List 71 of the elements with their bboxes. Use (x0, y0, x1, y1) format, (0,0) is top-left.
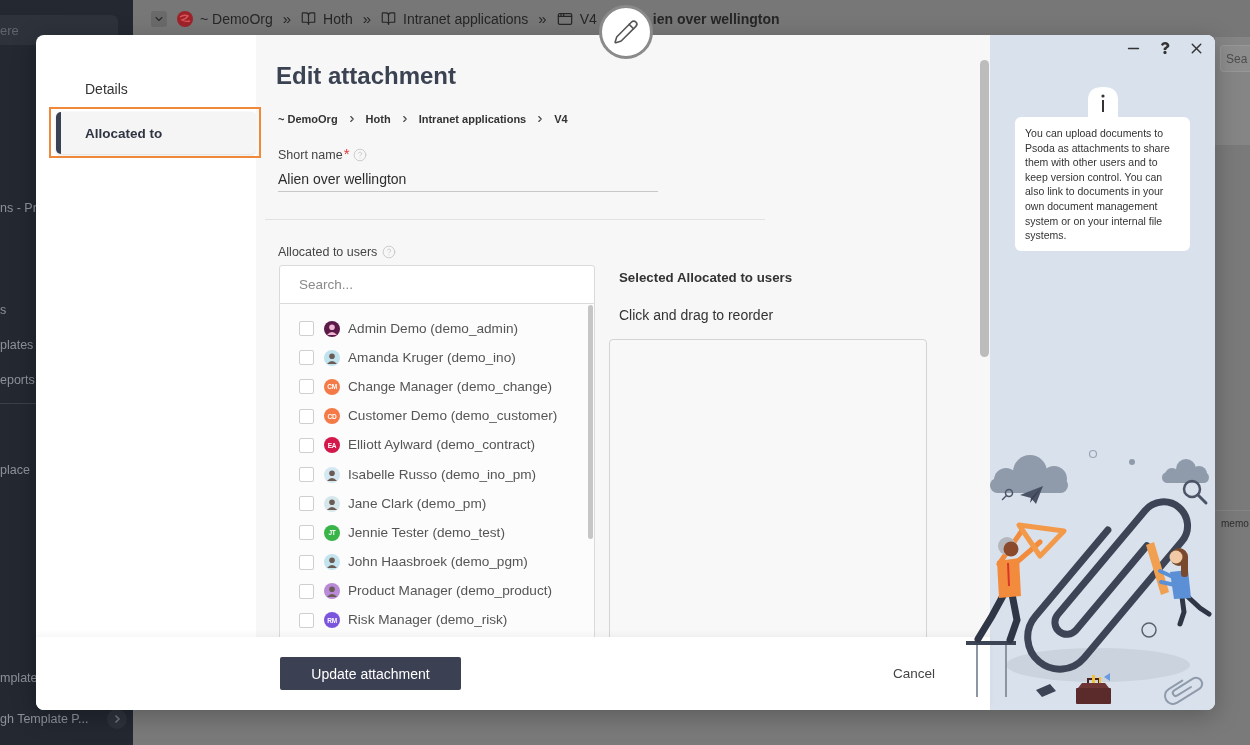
user-name[interactable]: Amanda Kruger (demo_ino) (348, 348, 516, 367)
scrollbar[interactable] (588, 305, 593, 539)
sidebar-item[interactable]: place (0, 463, 30, 477)
window-icon (556, 10, 573, 27)
magnifier-icon (1182, 479, 1208, 505)
user-name[interactable]: Isabelle Russo (demo_ino_pm) (348, 465, 537, 484)
cancel-button[interactable]: Cancel (892, 666, 935, 681)
checkbox[interactable] (299, 467, 314, 483)
checkbox[interactable] (299, 379, 314, 395)
dialog-title: Edit attachment (276, 61, 457, 91)
toolbox (1076, 673, 1111, 704)
magnifier-icon (1001, 488, 1014, 501)
user-name[interactable]: Jane Clark (demo_pm) (348, 494, 487, 513)
checkbox[interactable] (299, 437, 314, 453)
collapse-button[interactable] (151, 10, 167, 27)
nav-tab[interactable]: Allocated to (56, 112, 256, 154)
sidebar-item[interactable]: mplate (0, 671, 38, 685)
user-name[interactable]: Change Manager (demo_change) (348, 377, 553, 396)
path-link[interactable]: Intranet applications (418, 111, 527, 127)
hint-text: Click and drag to reorder (618, 305, 775, 325)
section-title: Selected Allocated to users (618, 269, 794, 287)
scrollbar[interactable] (980, 60, 989, 357)
chevron-right-icon[interactable] (107, 709, 127, 729)
breadcrumb-separator: » (282, 10, 292, 27)
field-label: Allocated to users (278, 244, 378, 261)
user-name[interactable]: Jennie Tester (demo_test) (348, 523, 505, 542)
update-button[interactable]: Update attachment (280, 657, 461, 690)
field-label: Short name (278, 147, 343, 164)
ring-icon (1141, 622, 1157, 638)
checkbox[interactable] (299, 408, 314, 424)
sidebar-item[interactable]: gh Template P... (0, 712, 89, 726)
info-text: You can upload documents to Psoda as attachments to share them with other users and to keep version control. You can also link to documents in your own document management system or on your internal file systems. (1025, 126, 1171, 243)
sidebar-item[interactable]: s (0, 303, 7, 317)
globe-icon (177, 10, 193, 27)
user-name[interactable]: John Haasbroek (demo_pgm) (348, 553, 528, 572)
path-link[interactable]: Hoth (365, 111, 391, 127)
checkbox[interactable] (299, 496, 314, 512)
paperclip-icon (1164, 676, 1204, 705)
dot-icon (1129, 459, 1135, 465)
paper-plane-icon (1020, 486, 1043, 504)
sidebar-item[interactable]: plates (0, 338, 34, 352)
path-link[interactable]: V4 (554, 111, 568, 127)
user-name[interactable]: Admin Demo (demo_admin) (348, 319, 518, 338)
checkbox[interactable] (299, 612, 314, 628)
search-field[interactable]: Search... (279, 265, 595, 304)
user-name[interactable]: Customer Demo (demo_customer) (348, 407, 558, 426)
checkbox[interactable] (299, 554, 314, 570)
ring-icon (1088, 449, 1098, 459)
checkbox[interactable] (299, 321, 314, 337)
cloud (1162, 459, 1209, 483)
breadcrumb-separator: » (362, 10, 371, 27)
short-name-field[interactable]: Alien over wellington (278, 169, 658, 192)
checkbox[interactable] (299, 350, 314, 366)
stool (966, 641, 1016, 697)
book-icon (301, 11, 317, 26)
checkbox[interactable] (299, 583, 314, 599)
path-link[interactable]: ~ DemoOrg (278, 111, 338, 127)
user-name[interactable]: Product Manager (demo_product) (348, 582, 552, 601)
help-icon[interactable] (1159, 42, 1171, 54)
user-name[interactable]: Elliott Aylward (demo_contract) (348, 436, 536, 455)
drop-zone[interactable] (609, 339, 927, 637)
sidebar-item[interactable]: ns - Pr (0, 201, 37, 215)
book-icon (381, 11, 396, 26)
ruler (1146, 542, 1169, 595)
checkbox[interactable] (299, 525, 314, 541)
sidebar-item[interactable]: eports (0, 373, 35, 387)
slab (1036, 684, 1056, 697)
user-name[interactable]: Risk Manager (demo_risk) (348, 611, 508, 630)
required-mark: * (343, 146, 350, 161)
breadcrumb-separator: » (538, 10, 547, 27)
nav-tab[interactable]: Details (56, 68, 256, 110)
